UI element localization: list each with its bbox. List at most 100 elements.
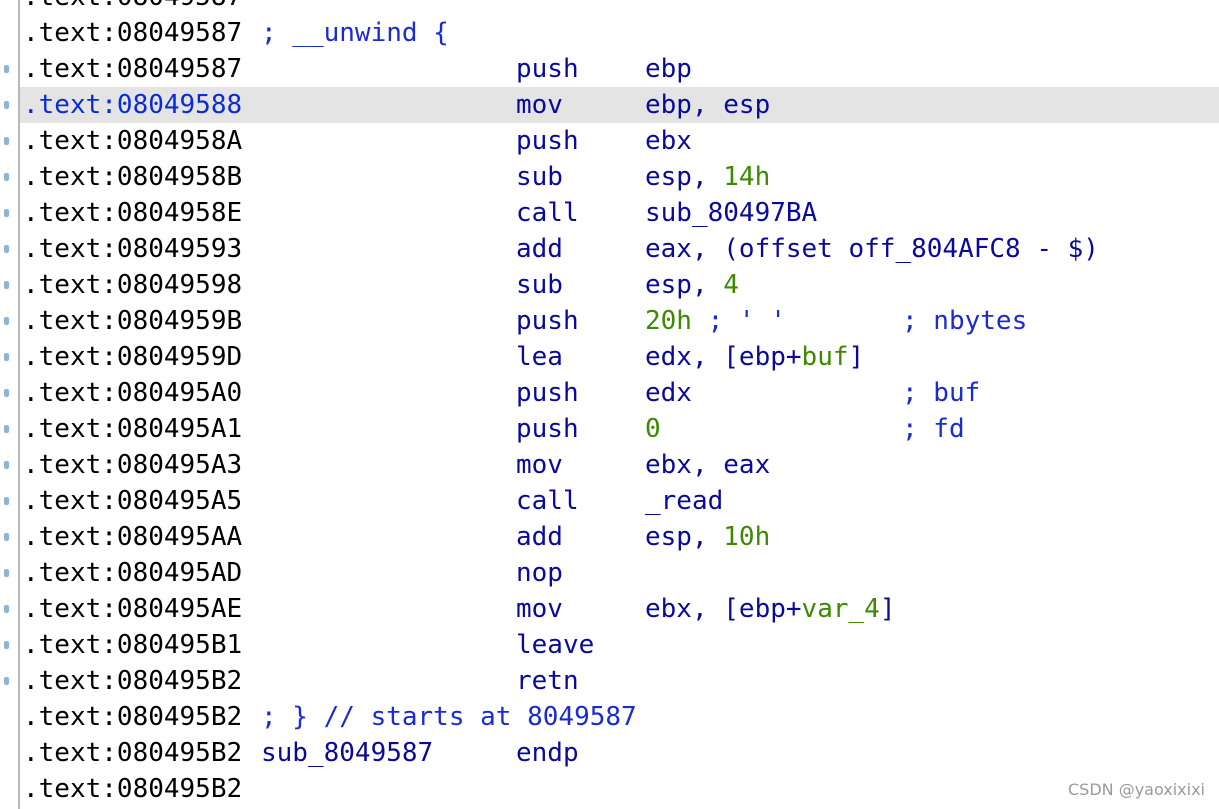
mnemonic: push xyxy=(516,414,579,444)
operand-text: edx, [ebp+ xyxy=(645,342,802,372)
char-comment: ; ' ' xyxy=(691,306,786,336)
address: .text:0804959D xyxy=(23,342,243,372)
breakpoint-marker-icon[interactable] xyxy=(4,497,9,505)
listing-row[interactable]: .text:08049593 add eax, (offset off_804AFC… xyxy=(4,231,1219,267)
listing-row[interactable]: .text:080495AE mov ebx, [ebp+var_4] xyxy=(4,591,1219,627)
operands: ebp, esp xyxy=(645,87,770,123)
listing-row[interactable]: .text:080495A0 push edx ; buf xyxy=(4,375,1219,411)
listing-row[interactable]: .text:08049598 sub esp, 4 xyxy=(4,267,1219,303)
mnemonic: push xyxy=(516,126,579,156)
comment: ; fd xyxy=(902,414,965,444)
mnemonic: lea xyxy=(516,342,563,372)
stack-variable[interactable]: var_4 xyxy=(802,594,880,624)
listing-row[interactable]: .text:0804959D lea edx, [ebp+buf] xyxy=(4,339,1219,375)
breakpoint-marker-icon[interactable] xyxy=(4,245,9,253)
breakpoint-marker-icon[interactable] xyxy=(4,101,9,109)
operand-text: sub_80497BA xyxy=(645,198,818,228)
operands: 20h ; ' ' xyxy=(645,303,786,339)
disassembly-listing[interactable]: .text:08049587 .text:08049587 ; __unwind {… xyxy=(4,0,1219,807)
mnemonic: add xyxy=(516,234,563,264)
listing-row[interactable]: .text:080495A3 mov ebx, eax xyxy=(4,447,1219,483)
address: .text:08049587 xyxy=(23,18,243,48)
address: .text:08049588 xyxy=(23,90,243,120)
listing-row[interactable]: .text:0804958E call sub_80497BA xyxy=(4,195,1219,231)
operand-text: edx xyxy=(645,378,692,408)
listing-row[interactable]: .text:080495A5 call _read xyxy=(4,483,1219,519)
mnemonic: push xyxy=(516,54,579,84)
operand-text: ] xyxy=(848,342,865,372)
breakpoint-marker-icon[interactable] xyxy=(4,533,9,541)
mnemonic: mov xyxy=(516,594,563,624)
listing-row[interactable]: .text:080495B2 sub_8049587 endp xyxy=(20,735,1219,771)
breakpoint-marker-icon[interactable] xyxy=(4,677,9,685)
address: .text:08049593 xyxy=(23,234,243,264)
breakpoint-marker-icon[interactable] xyxy=(4,281,9,289)
operand-text: ebp xyxy=(645,54,692,84)
breakpoint-marker-icon[interactable] xyxy=(4,641,9,649)
mnemonic: call xyxy=(516,486,579,516)
breakpoint-marker-icon[interactable] xyxy=(4,461,9,469)
breakpoint-marker-icon[interactable] xyxy=(4,569,9,577)
operand-text: esp, xyxy=(645,522,724,552)
operands: ebx, [ebp+var_4] xyxy=(645,591,895,627)
listing-row[interactable]: .text:08049587 push ebp xyxy=(4,51,1219,87)
breakpoint-marker-icon[interactable] xyxy=(4,317,9,325)
listing-row[interactable]: .text:0804958A push ebx xyxy=(4,123,1219,159)
breakpoint-marker-icon[interactable] xyxy=(4,137,9,145)
operand-text: ebx, [ebp+ xyxy=(645,594,802,624)
address: .text:0804959B xyxy=(23,306,243,336)
address: .text:080495AA xyxy=(23,522,243,552)
listing-row-selected[interactable]: .text:08049588 mov ebp, esp xyxy=(4,87,1219,123)
operands: esp, 10h xyxy=(645,519,770,555)
operand-text: ebp, esp xyxy=(645,90,771,120)
operands: _read xyxy=(645,483,723,519)
operand-text: esp, xyxy=(645,270,724,300)
listing-row[interactable]: .text:080495A1 push 0 ; fd xyxy=(4,411,1219,447)
breakpoint-marker-icon[interactable] xyxy=(4,389,9,397)
breakpoint-marker-icon[interactable] xyxy=(4,173,9,181)
mnemonic: add xyxy=(516,522,563,552)
mnemonic: mov xyxy=(516,90,563,120)
listing-row[interactable]: .text:0804958B sub esp, 14h xyxy=(4,159,1219,195)
address: .text:0804958E xyxy=(23,198,243,228)
breakpoint-marker-icon[interactable] xyxy=(4,209,9,217)
listing-row[interactable]: .text:08049587 ; __unwind { xyxy=(20,15,1219,51)
listing-row[interactable]: .text:080495B1 leave xyxy=(4,627,1219,663)
address: .text:0804958A xyxy=(23,126,243,156)
breakpoint-marker-icon[interactable] xyxy=(4,605,9,613)
listing-row[interactable]: .text:0804959B push 20h ; ' ' ; nbytes xyxy=(4,303,1219,339)
breakpoint-marker-icon[interactable] xyxy=(4,425,9,433)
address: .text:080495AD xyxy=(23,558,243,588)
operand-text: ebx xyxy=(645,126,692,156)
mnemonic: sub xyxy=(516,162,563,192)
mnemonic: push xyxy=(516,378,579,408)
operands: esp, 4 xyxy=(645,267,739,303)
listing-row[interactable]: .text:080495B2 xyxy=(20,771,1219,807)
listing-row[interactable]: .text:080495AD nop xyxy=(4,555,1219,591)
breakpoint-marker-icon[interactable] xyxy=(4,353,9,361)
address: .text:080495A0 xyxy=(23,378,243,408)
listing-row[interactable]: .text:08049587 xyxy=(20,0,1219,15)
mnemonic: call xyxy=(516,198,579,228)
mnemonic: endp xyxy=(516,738,579,768)
address: .text:080495A5 xyxy=(23,486,243,516)
mnemonic: sub xyxy=(516,270,563,300)
listing-row[interactable]: .text:080495B2 ; } // starts at 8049587 xyxy=(20,699,1219,735)
mnemonic: push xyxy=(516,306,579,336)
function-label[interactable]: sub_8049587 xyxy=(261,735,433,771)
address: .text:08049598 xyxy=(23,270,243,300)
immediate-value: 10h xyxy=(723,522,771,552)
address: .text:080495B2 xyxy=(23,666,243,696)
listing-row[interactable]: .text:080495AA add esp, 10h xyxy=(4,519,1219,555)
comment: ; __unwind { xyxy=(261,18,449,48)
operands: ebx xyxy=(645,123,692,159)
operand-text: ] xyxy=(879,594,896,624)
breakpoint-marker-icon[interactable] xyxy=(4,65,9,73)
address: .text:080495AE xyxy=(23,594,243,624)
address: .text:080495B2 xyxy=(23,774,243,804)
line-gutter xyxy=(0,0,16,809)
listing-row[interactable]: .text:080495B2 retn xyxy=(4,663,1219,699)
address: .text:08049587 xyxy=(23,0,242,15)
operand-text: esp, xyxy=(645,162,724,192)
stack-variable[interactable]: buf xyxy=(802,342,849,372)
